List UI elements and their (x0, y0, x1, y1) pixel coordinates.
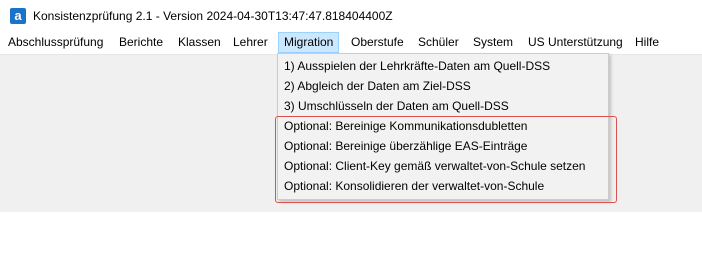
menu-oberstufe[interactable]: Oberstufe (346, 32, 409, 53)
migration-item-abgleich[interactable]: 2) Abgleich der Daten am Ziel-DSS (284, 76, 471, 96)
menu-schueler[interactable]: Schüler (413, 32, 464, 53)
migration-item-umschluesseln[interactable]: 3) Umschlüsseln der Daten am Quell-DSS (284, 96, 509, 116)
menu-lehrer[interactable]: Lehrer (228, 32, 273, 53)
menu-abschlusspruefung[interactable]: Abschlussprüfung (3, 32, 108, 53)
migration-item-ausspielen[interactable]: 1) Ausspielen der Lehrkräfte-Daten am Qu… (284, 56, 550, 76)
title-bar: a Konsistenzprüfung 2.1 - Version 2024-0… (0, 0, 702, 32)
menu-klassen[interactable]: Klassen (173, 32, 226, 53)
menu-migration[interactable]: Migration (278, 32, 340, 53)
menu-system[interactable]: System (468, 32, 518, 53)
window-title: Konsistenzprüfung 2.1 - Version 2024-04-… (33, 9, 393, 23)
menu-berichte[interactable]: Berichte (114, 32, 168, 53)
migration-item-kommunikationsdubletten[interactable]: Optional: Bereinige Kommunikationsdublet… (284, 116, 527, 136)
app-window: a Konsistenzprüfung 2.1 - Version 2024-0… (0, 0, 702, 212)
app-logo-icon: a (10, 8, 26, 24)
migration-item-client-key[interactable]: Optional: Client-Key gemäß verwaltet-von… (284, 156, 585, 176)
migration-item-konsolidieren[interactable]: Optional: Konsolidieren der verwaltet-vo… (284, 176, 544, 196)
menu-bar: Abschlussprüfung Berichte Klassen Lehrer… (0, 32, 702, 55)
menu-hilfe[interactable]: Hilfe (630, 32, 664, 53)
migration-dropdown: 1) Ausspielen der Lehrkräfte-Daten am Qu… (277, 53, 609, 200)
menu-us-unterstuetzung[interactable]: US Unterstützung (523, 32, 628, 53)
migration-item-eas-eintraege[interactable]: Optional: Bereinige überzählige EAS-Eint… (284, 136, 527, 156)
